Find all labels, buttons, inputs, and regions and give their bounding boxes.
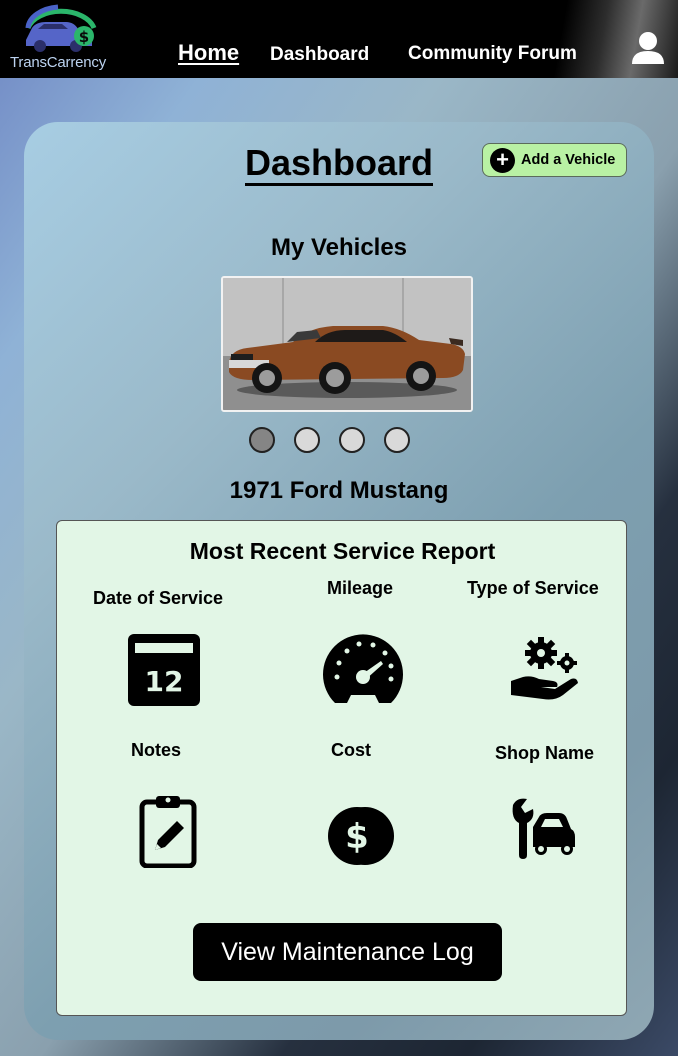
view-maintenance-log-button[interactable]: View Maintenance Log <box>193 923 502 981</box>
user-icon[interactable] <box>630 30 666 66</box>
notes-label: Notes <box>131 740 182 760</box>
dollar-coin-icon[interactable]: $ <box>327 805 401 867</box>
svg-text:$: $ <box>79 28 89 46</box>
carousel-dot[interactable] <box>384 427 410 453</box>
service-report-panel: Most Recent Service Report Date of Servi… <box>56 520 627 1016</box>
svg-text:12: 12 <box>145 665 184 698</box>
nav-dashboard-link[interactable]: Dashboard <box>270 44 369 66</box>
vehicle-name: 1971 Ford Mustang <box>229 477 449 504</box>
wrench-car-icon[interactable] <box>509 797 575 861</box>
add-vehicle-button[interactable]: + Add a Vehicle <box>482 143 627 177</box>
nav-home-link[interactable]: Home <box>178 40 239 66</box>
shop-name-label: Shop Name <box>495 743 595 763</box>
svg-text:$: $ <box>345 817 369 857</box>
navbar: $ TransCarrency Home Dashboard Community… <box>0 0 678 78</box>
vehicle-photo[interactable] <box>221 276 473 412</box>
carousel-dot[interactable] <box>249 427 275 453</box>
calendar-icon[interactable]: 12 <box>127 633 201 707</box>
date-of-service-label: Date of Service <box>93 588 224 608</box>
gear-hand-icon[interactable] <box>511 637 578 700</box>
clipboard-pencil-icon[interactable] <box>139 794 197 868</box>
cost-label: Cost <box>331 740 371 760</box>
type-of-service-label: Type of Service <box>467 578 599 598</box>
vehicle-carousel-dots <box>249 427 419 455</box>
add-vehicle-label: Add a Vehicle <box>521 152 616 168</box>
car-logo-icon: $ <box>25 4 97 52</box>
nav-community-forum-link[interactable]: Community Forum <box>408 43 577 65</box>
speedometer-icon[interactable] <box>321 633 405 705</box>
carousel-dot[interactable] <box>339 427 365 453</box>
plus-icon: + <box>490 147 515 173</box>
carousel-dot[interactable] <box>294 427 320 453</box>
service-report-title: Most Recent Service Report <box>189 538 496 564</box>
mileage-label: Mileage <box>327 578 394 598</box>
logo[interactable]: $ TransCarrency <box>8 2 112 72</box>
logo-text: TransCarrency <box>10 54 107 71</box>
my-vehicles-title: My Vehicles <box>270 234 408 261</box>
